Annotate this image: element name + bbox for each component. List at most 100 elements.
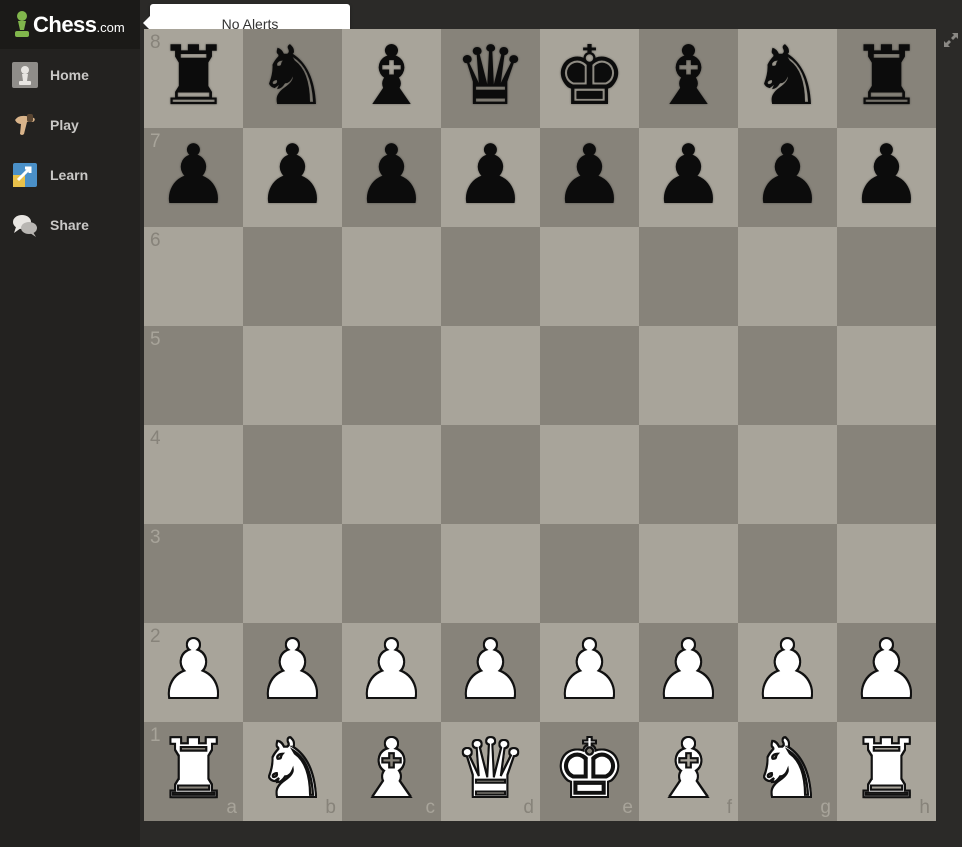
square-f1[interactable]: f ♝ (639, 722, 738, 821)
square-c4[interactable] (342, 425, 441, 524)
square-a4[interactable]: 4 (144, 425, 243, 524)
square-a6[interactable]: 6 (144, 227, 243, 326)
square-a8[interactable]: 8 ♜ (144, 29, 243, 128)
square-f8[interactable]: ♝ (639, 29, 738, 128)
white-knight-icon[interactable]: ♞ (255, 727, 331, 811)
white-rook-icon[interactable]: ♜ (849, 727, 925, 811)
white-pawn-icon[interactable]: ♟ (552, 628, 628, 712)
square-b7[interactable]: ♟ (243, 128, 342, 227)
nav-item-home[interactable]: Home (0, 50, 140, 100)
square-d4[interactable] (441, 425, 540, 524)
square-g7[interactable]: ♟ (738, 128, 837, 227)
white-queen-icon[interactable]: ♛ (453, 727, 529, 811)
black-bishop-icon[interactable]: ♝ (355, 35, 429, 118)
black-pawn-icon[interactable]: ♟ (454, 134, 528, 217)
square-h7[interactable]: ♟ (837, 128, 936, 227)
square-a7[interactable]: 7 ♟ (144, 128, 243, 227)
chess-com-logo[interactable]: Chess.com (0, 0, 140, 49)
square-b3[interactable] (243, 524, 342, 623)
white-pawn-icon[interactable]: ♟ (354, 628, 430, 712)
square-h2[interactable]: ♟ (837, 623, 936, 722)
nav-item-learn[interactable]: Learn (0, 150, 140, 200)
nav-item-play[interactable]: Play (0, 100, 140, 150)
black-bishop-icon[interactable]: ♝ (652, 35, 726, 118)
square-h4[interactable] (837, 425, 936, 524)
black-knight-icon[interactable]: ♞ (751, 35, 825, 118)
square-c6[interactable] (342, 227, 441, 326)
square-d5[interactable] (441, 326, 540, 425)
square-b6[interactable] (243, 227, 342, 326)
square-h5[interactable] (837, 326, 936, 425)
black-pawn-icon[interactable]: ♟ (850, 134, 924, 217)
square-c7[interactable]: ♟ (342, 128, 441, 227)
white-rook-icon[interactable]: ♜ (156, 727, 232, 811)
square-h6[interactable] (837, 227, 936, 326)
black-queen-icon[interactable]: ♛ (454, 35, 528, 118)
square-f7[interactable]: ♟ (639, 128, 738, 227)
black-pawn-icon[interactable]: ♟ (751, 134, 825, 217)
square-f5[interactable] (639, 326, 738, 425)
square-g5[interactable] (738, 326, 837, 425)
white-bishop-icon[interactable]: ♝ (354, 727, 430, 811)
square-e2[interactable]: ♟ (540, 623, 639, 722)
square-b8[interactable]: ♞ (243, 29, 342, 128)
square-g3[interactable] (738, 524, 837, 623)
square-a1[interactable]: 1 a ♜ (144, 722, 243, 821)
square-c3[interactable] (342, 524, 441, 623)
square-d1[interactable]: d ♛ (441, 722, 540, 821)
black-king-icon[interactable]: ♚ (553, 35, 627, 118)
white-pawn-icon[interactable]: ♟ (849, 628, 925, 712)
white-bishop-icon[interactable]: ♝ (651, 727, 727, 811)
square-e6[interactable] (540, 227, 639, 326)
black-rook-icon[interactable]: ♜ (850, 35, 924, 118)
white-pawn-icon[interactable]: ♟ (651, 628, 727, 712)
expand-icon[interactable] (943, 32, 959, 48)
white-pawn-icon[interactable]: ♟ (156, 628, 232, 712)
square-a3[interactable]: 3 (144, 524, 243, 623)
square-g6[interactable] (738, 227, 837, 326)
square-h8[interactable]: ♜ (837, 29, 936, 128)
square-b1[interactable]: b ♞ (243, 722, 342, 821)
black-pawn-icon[interactable]: ♟ (355, 134, 429, 217)
square-d2[interactable]: ♟ (441, 623, 540, 722)
square-e7[interactable]: ♟ (540, 128, 639, 227)
white-king-icon[interactable]: ♚ (552, 727, 628, 811)
square-a5[interactable]: 5 (144, 326, 243, 425)
square-d6[interactable] (441, 227, 540, 326)
square-b4[interactable] (243, 425, 342, 524)
square-d3[interactable] (441, 524, 540, 623)
square-a2[interactable]: 2 ♟ (144, 623, 243, 722)
white-knight-icon[interactable]: ♞ (750, 727, 826, 811)
square-g4[interactable] (738, 425, 837, 524)
square-f4[interactable] (639, 425, 738, 524)
square-e3[interactable] (540, 524, 639, 623)
square-e4[interactable] (540, 425, 639, 524)
square-f3[interactable] (639, 524, 738, 623)
square-g8[interactable]: ♞ (738, 29, 837, 128)
square-b5[interactable] (243, 326, 342, 425)
square-g2[interactable]: ♟ (738, 623, 837, 722)
square-f2[interactable]: ♟ (639, 623, 738, 722)
black-rook-icon[interactable]: ♜ (157, 35, 231, 118)
square-e1[interactable]: e ♚ (540, 722, 639, 821)
white-pawn-icon[interactable]: ♟ (750, 628, 826, 712)
black-pawn-icon[interactable]: ♟ (157, 134, 231, 217)
square-c5[interactable] (342, 326, 441, 425)
square-d8[interactable]: ♛ (441, 29, 540, 128)
square-h1[interactable]: h ♜ (837, 722, 936, 821)
square-h3[interactable] (837, 524, 936, 623)
square-c8[interactable]: ♝ (342, 29, 441, 128)
black-pawn-icon[interactable]: ♟ (553, 134, 627, 217)
black-pawn-icon[interactable]: ♟ (652, 134, 726, 217)
square-c1[interactable]: c ♝ (342, 722, 441, 821)
black-knight-icon[interactable]: ♞ (256, 35, 330, 118)
nav-item-share[interactable]: Share (0, 200, 140, 250)
square-g1[interactable]: g ♞ (738, 722, 837, 821)
square-f6[interactable] (639, 227, 738, 326)
white-pawn-icon[interactable]: ♟ (255, 628, 331, 712)
white-pawn-icon[interactable]: ♟ (453, 628, 529, 712)
black-pawn-icon[interactable]: ♟ (256, 134, 330, 217)
square-c2[interactable]: ♟ (342, 623, 441, 722)
square-e5[interactable] (540, 326, 639, 425)
square-e8[interactable]: ♚ (540, 29, 639, 128)
